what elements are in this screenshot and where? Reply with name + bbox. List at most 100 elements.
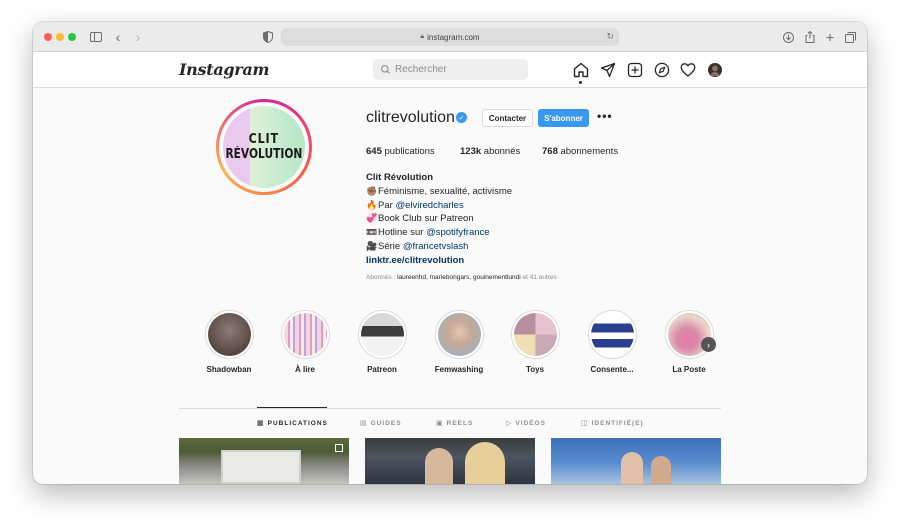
- post-thumbnail[interactable]: [179, 438, 349, 484]
- bio-line-3: 💞Book Club sur Patreon: [366, 213, 474, 225]
- explore-icon[interactable]: [654, 62, 670, 78]
- highlight-label: Shadowban: [206, 365, 252, 374]
- cassette-emoji-icon: 📼: [366, 227, 378, 238]
- highlight-cover: [283, 313, 327, 356]
- tab-videos[interactable]: ▷ VIDÉOS: [506, 419, 546, 428]
- back-icon[interactable]: ‹: [111, 29, 125, 45]
- highlight-label: Consente...: [590, 365, 634, 374]
- posts-count: 645: [366, 146, 382, 157]
- highlight-label: La Poste: [672, 365, 706, 374]
- highlight-item[interactable]: Toys: [500, 310, 570, 374]
- more-options-icon[interactable]: •••: [597, 109, 613, 123]
- tab-reels[interactable]: ▣ REELS: [436, 419, 473, 428]
- highlight-item[interactable]: Femwashing: [424, 310, 494, 374]
- post-thumbnail[interactable]: [551, 438, 721, 484]
- bio-external-link[interactable]: linktr.ee/clitrevolution: [366, 254, 512, 268]
- followers-stat[interactable]: 123k abonnés: [460, 146, 520, 157]
- browser-toolbar: ‹ › 🔒︎ instagram.com ↻ +: [33, 22, 867, 52]
- close-window-button[interactable]: [44, 33, 52, 41]
- followed-by-names: laureenhd, mariebongars, gouinementlundi: [397, 274, 521, 281]
- instagram-header: Instagram: [33, 52, 867, 88]
- mention-link[interactable]: @francetvslash: [403, 241, 469, 252]
- reels-icon: ▣: [436, 420, 443, 427]
- highlight-label: Patreon: [367, 365, 397, 374]
- home-icon[interactable]: [573, 62, 589, 78]
- contact-button[interactable]: Contacter: [482, 109, 533, 127]
- avatar-text-line2: RÉVOLUTION: [225, 147, 303, 162]
- multiple-images-icon: [335, 444, 343, 452]
- mention-link[interactable]: @spotifyfrance: [426, 227, 490, 238]
- bio-line-1: ✊🏽Féminisme, sexualité, activisme: [366, 185, 513, 197]
- followers-count: 123k: [460, 146, 482, 157]
- profile-avatar[interactable]: CLIT RÉVOLUTION: [216, 99, 312, 195]
- profile-bio: Clit Révolution ✊🏽Féminisme, sexualité, …: [366, 171, 512, 268]
- followed-by[interactable]: Abonnés : laureenhd, mariebongars, gouin…: [366, 274, 557, 281]
- minimize-window-button[interactable]: [56, 33, 64, 41]
- highlight-cover: [360, 313, 404, 356]
- search-box[interactable]: [373, 59, 528, 80]
- hearts-emoji-icon: 💞: [366, 213, 378, 224]
- downloads-icon[interactable]: [781, 30, 795, 44]
- following-label: abonnements: [560, 146, 619, 157]
- highlight-label: À lire: [294, 365, 315, 374]
- camera-emoji-icon: 🎥: [366, 240, 378, 251]
- active-tab-indicator: [257, 407, 327, 408]
- new-tab-icon[interactable]: +: [823, 29, 837, 45]
- tab-overview-icon[interactable]: [843, 30, 857, 44]
- bio-line-4: 📼Hotline sur @spotifyfrance: [366, 227, 490, 239]
- posts-stat: 645 publications: [366, 146, 435, 157]
- fist-emoji-icon: ✊🏽: [366, 185, 378, 196]
- highlight-cover: [590, 313, 634, 356]
- profile-username: clitrevolution: [366, 109, 455, 126]
- forward-icon[interactable]: ›: [131, 29, 145, 45]
- highlight-cover: [437, 313, 481, 356]
- tabs-divider: [179, 408, 721, 409]
- highlight-cover: [207, 313, 251, 356]
- post-thumbnail[interactable]: [365, 438, 535, 484]
- privacy-shield-icon[interactable]: [261, 30, 275, 44]
- fire-emoji-icon: 🔥: [366, 199, 378, 210]
- active-nav-indicator: [579, 81, 582, 84]
- search-input[interactable]: [395, 64, 515, 75]
- bio-line-5: 🎥Série @francetvslash: [366, 240, 469, 252]
- maximize-window-button[interactable]: [68, 33, 76, 41]
- new-post-icon[interactable]: [627, 62, 643, 78]
- bio-name: Clit Révolution: [366, 172, 434, 183]
- following-count: 768: [542, 146, 558, 157]
- highlight-item[interactable]: Consente...: [577, 310, 647, 374]
- verified-badge-icon: ✓: [456, 112, 467, 123]
- lock-icon: 🔒︎: [420, 33, 425, 40]
- activity-heart-icon[interactable]: [680, 62, 696, 78]
- mention-link[interactable]: @elviredcharles: [395, 200, 463, 211]
- sidebar-icon[interactable]: [89, 30, 103, 44]
- tab-guides[interactable]: ▤ GUIDES: [360, 419, 402, 428]
- address-bar[interactable]: 🔒︎ instagram.com ↻: [281, 28, 619, 46]
- follow-button[interactable]: S'abonner: [538, 109, 589, 127]
- tab-publications[interactable]: ▦ PUBLICATIONS: [257, 419, 328, 428]
- chevron-right-icon[interactable]: ›: [701, 337, 716, 352]
- browser-window: ‹ › 🔒︎ instagram.com ↻ + Instagram Reche…: [33, 22, 867, 484]
- posts-label: publications: [384, 146, 435, 157]
- highlight-label: Femwashing: [434, 365, 484, 374]
- followers-label: abonnés: [483, 146, 521, 157]
- address-bar-url: instagram.com: [427, 32, 480, 42]
- bio-line-2: 🔥Par @elviredcharles: [366, 199, 464, 211]
- direct-icon[interactable]: [600, 62, 616, 78]
- search-icon: [381, 65, 390, 74]
- tab-tagged[interactable]: ◫ IDENTIFIÉ(E): [581, 419, 644, 428]
- highlight-cover: [513, 313, 557, 356]
- instagram-logo[interactable]: Instagram: [179, 60, 269, 79]
- reload-icon[interactable]: ↻: [606, 31, 614, 42]
- share-icon[interactable]: [803, 30, 817, 44]
- highlight-item[interactable]: Shadowban: [194, 310, 264, 374]
- profile-avatar-icon[interactable]: [707, 62, 723, 78]
- highlight-item[interactable]: Patreon: [347, 310, 417, 374]
- following-stat[interactable]: 768 abonnements: [542, 146, 618, 157]
- profile-picture: CLIT RÉVOLUTION: [223, 106, 305, 188]
- guide-icon: ▤: [360, 420, 367, 427]
- video-icon: ▷: [506, 420, 512, 427]
- avatar-text-line1: CLIT: [248, 132, 280, 147]
- highlight-item[interactable]: À lire: [270, 310, 340, 374]
- grid-icon: ▦: [257, 420, 264, 427]
- tagged-icon: ◫: [581, 420, 588, 427]
